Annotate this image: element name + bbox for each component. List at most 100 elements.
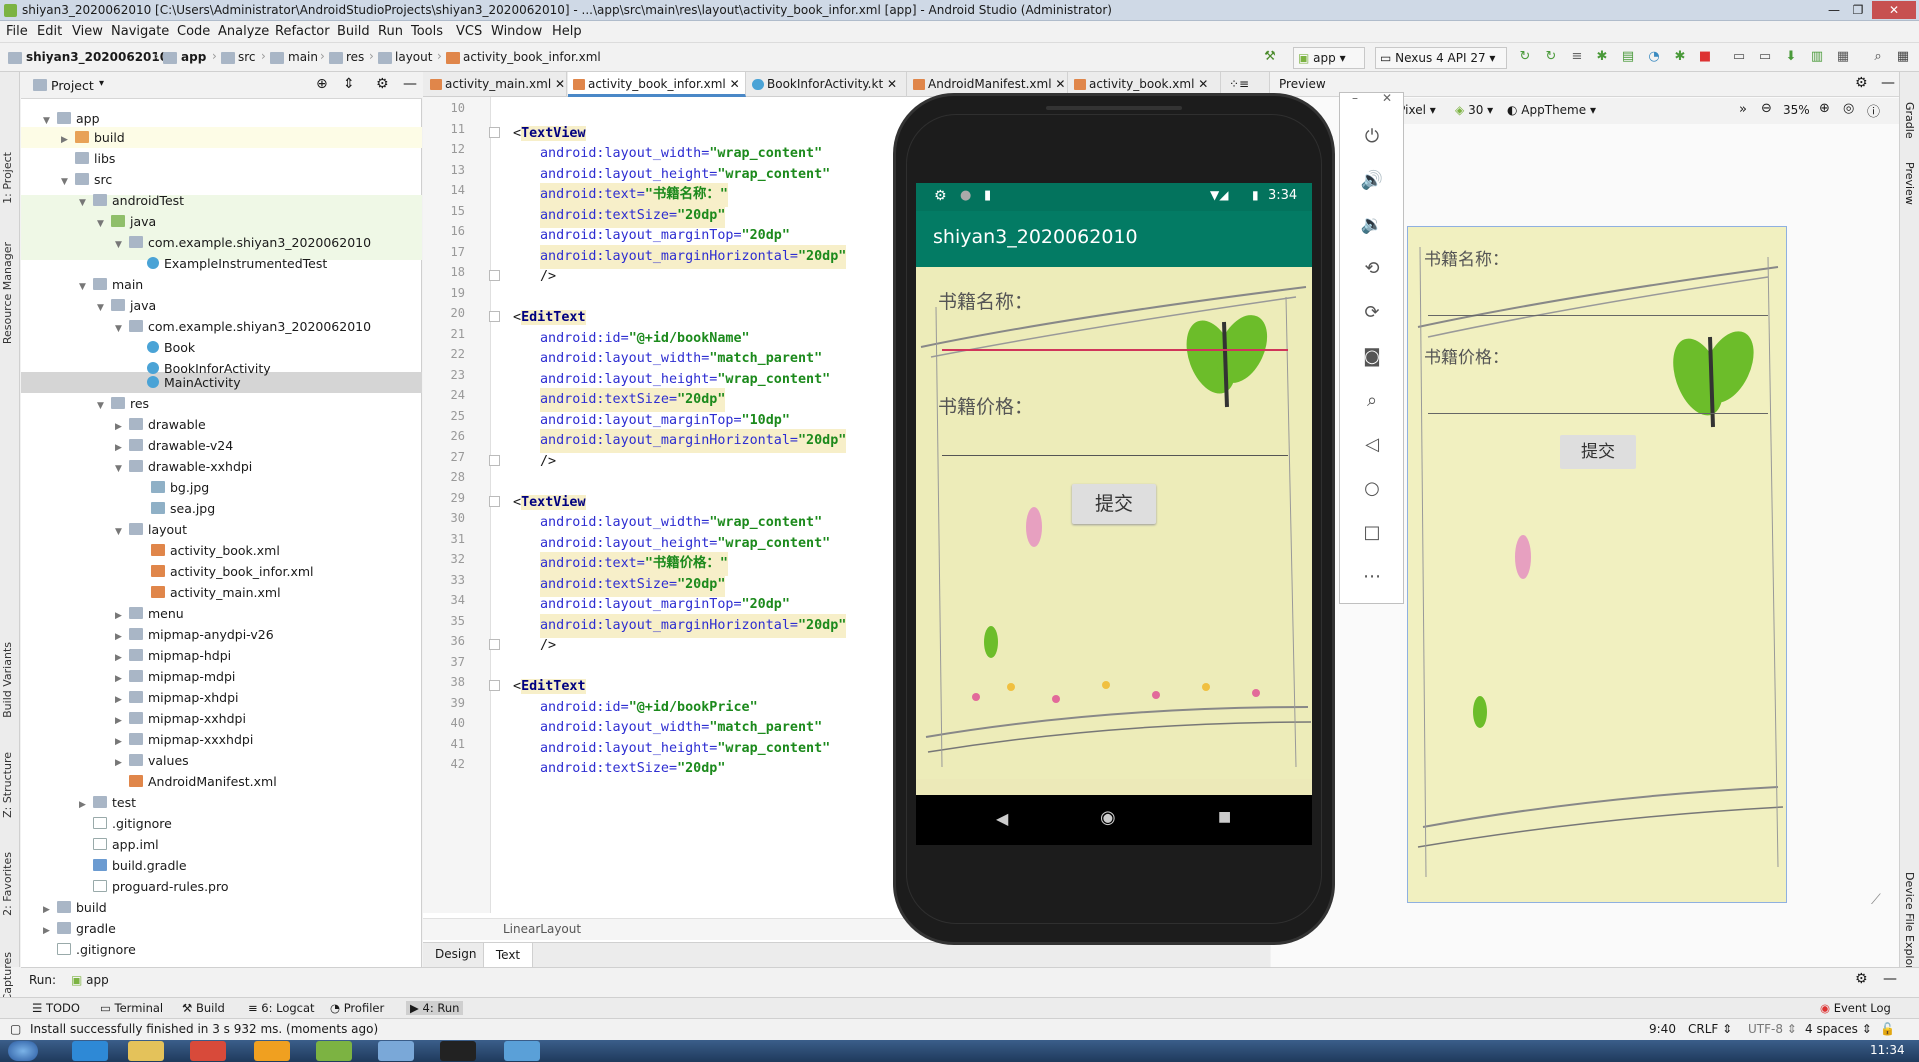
tab-text[interactable]: Text: [483, 943, 533, 968]
volume-up-icon[interactable]: 🔊: [1360, 169, 1384, 193]
menu-help[interactable]: Help: [552, 24, 582, 39]
file-encoding[interactable]: UTF-8 ⇕: [1748, 1022, 1797, 1036]
debug-icon[interactable]: ✱: [1594, 49, 1610, 65]
qq-icon[interactable]: [440, 1041, 476, 1061]
tree-item[interactable]: activity_main.xml: [151, 582, 281, 603]
zoom-fit-icon[interactable]: ◎: [1843, 101, 1854, 116]
tab-build-variants[interactable]: Build Variants: [1, 642, 14, 718]
menu-vcs[interactable]: VCS: [456, 24, 482, 39]
app-icon[interactable]: [504, 1041, 540, 1061]
tree-item[interactable]: ▶ mipmap-hdpi: [115, 645, 231, 666]
tree-item[interactable]: ▼ java: [97, 211, 156, 232]
more-icon[interactable]: ⋯: [1360, 565, 1384, 589]
restore-icon[interactable]: ❐: [1846, 1, 1870, 19]
tree-item[interactable]: sea.jpg: [151, 498, 215, 519]
tab-activity-book-infor[interactable]: activity_book_infor.xml ✕: [568, 72, 746, 97]
menu-edit[interactable]: Edit: [37, 24, 62, 39]
search-icon[interactable]: ⌕: [1870, 49, 1886, 65]
minimize-icon[interactable]: —: [1822, 1, 1846, 19]
caret-position[interactable]: 9:40: [1649, 1022, 1676, 1036]
tree-item[interactable]: ▶ drawable: [115, 414, 206, 435]
tree-item[interactable]: ▶ mipmap-xxxhdpi: [115, 729, 253, 750]
breadcrumb-app[interactable]: app: [181, 50, 206, 64]
hide-icon[interactable]: —: [1881, 75, 1895, 91]
menu-window[interactable]: Window: [491, 24, 542, 39]
tree-item[interactable]: .gitignore: [43, 939, 136, 960]
collapse-icon[interactable]: ⇕: [343, 76, 355, 92]
gear-icon[interactable]: ⚙: [1855, 971, 1868, 987]
sdk-manager-icon[interactable]: ⬇: [1783, 49, 1799, 65]
profile-icon[interactable]: ◔: [1646, 49, 1662, 65]
chevron-down-icon[interactable]: ▾: [99, 78, 104, 89]
tree-item[interactable]: AndroidManifest.xml: [115, 771, 277, 792]
home-icon[interactable]: ○: [1360, 477, 1384, 501]
sync-icon[interactable]: ▭: [1731, 49, 1747, 65]
menu-tools[interactable]: Tools: [411, 24, 443, 39]
status-toggle-icon[interactable]: ▢: [10, 1022, 21, 1036]
tree-item[interactable]: ▶ mipmap-anydpi-v26: [115, 624, 274, 645]
tab-design[interactable]: Design: [435, 947, 476, 961]
tree-item[interactable]: ExampleInstrumentedTest: [133, 253, 327, 274]
tab-book-infor-activity[interactable]: BookInforActivity.kt ✕: [747, 72, 907, 97]
tree-item[interactable]: activity_book.xml: [151, 540, 280, 561]
minimize-icon[interactable]: –: [1352, 91, 1358, 105]
menu-file[interactable]: File: [6, 24, 28, 39]
tree-item[interactable]: ▶ mipmap-xxhdpi: [115, 708, 246, 729]
tree-item-selected[interactable]: MainActivity: [133, 372, 241, 393]
tree-item[interactable]: ▶ gradle: [43, 918, 116, 939]
breadcrumb-linearlayout[interactable]: LinearLayout: [503, 922, 581, 936]
tab-gradle[interactable]: Gradle: [1903, 102, 1916, 139]
menu-code[interactable]: Code: [177, 24, 210, 39]
tree-item[interactable]: Book: [133, 337, 195, 358]
breadcrumb-src[interactable]: src: [238, 50, 256, 64]
zoom-in-icon[interactable]: ⊕: [1819, 101, 1830, 116]
tree-item[interactable]: ▼ layout: [115, 519, 187, 540]
device-select[interactable]: ▭ Nexus 4 API 27 ▾: [1375, 47, 1507, 69]
tab-build[interactable]: ⚒ Build: [182, 1001, 225, 1015]
app-icon[interactable]: [378, 1041, 414, 1061]
hide-icon[interactable]: —: [403, 76, 417, 92]
resize-handle-icon[interactable]: ⟋: [1871, 892, 1881, 908]
tab-todo[interactable]: ☰ TODO: [32, 1001, 80, 1015]
tab-overflow[interactable]: ⁘≡: [1223, 72, 1270, 97]
stop-icon[interactable]: ■: [1697, 49, 1713, 65]
back-icon[interactable]: ◀: [996, 809, 1008, 828]
attach-debugger-icon[interactable]: ✱: [1672, 49, 1688, 65]
menu-build[interactable]: Build: [337, 24, 370, 39]
tree-item[interactable]: ▶ mipmap-xhdpi: [115, 687, 239, 708]
tree-item[interactable]: .gitignore: [79, 813, 172, 834]
tree-item[interactable]: ▼ app: [43, 108, 100, 129]
api-select[interactable]: ◈ 30 ▾: [1455, 103, 1493, 117]
tab-preview[interactable]: Preview: [1903, 162, 1916, 205]
start-button[interactable]: [8, 1041, 38, 1061]
ie-icon[interactable]: [72, 1041, 108, 1061]
tree-item[interactable]: ▼ main: [79, 274, 143, 295]
overview-icon[interactable]: □: [1360, 521, 1384, 545]
tree-item[interactable]: build.gradle: [79, 855, 187, 876]
rotate-right-icon[interactable]: ⟳: [1360, 301, 1384, 325]
locate-icon[interactable]: ⊕: [316, 76, 328, 92]
breadcrumb-file[interactable]: activity_book_infor.xml: [463, 50, 601, 64]
tab-android-manifest[interactable]: AndroidManifest.xml ✕: [908, 72, 1068, 97]
tree-item[interactable]: ▶ menu: [115, 603, 184, 624]
expand-icon[interactable]: »: [1739, 102, 1747, 117]
lock-icon[interactable]: 🔓: [1880, 1022, 1895, 1036]
tree-item[interactable]: ▶ mipmap-mdpi: [115, 666, 235, 687]
tree-item[interactable]: ▶ build: [43, 897, 107, 918]
tree-item[interactable]: app.iml: [79, 834, 159, 855]
tab-favorites[interactable]: 2: Favorites: [1, 852, 14, 916]
hammer-icon[interactable]: ⚒: [1262, 49, 1278, 65]
theme-select[interactable]: ◐ AppTheme ▾: [1507, 103, 1596, 117]
close-icon[interactable]: ✕: [1382, 91, 1392, 105]
tree-item[interactable]: ▶ drawable-v24: [115, 435, 233, 456]
close-icon[interactable]: ✕: [1872, 1, 1916, 19]
project-structure-icon[interactable]: ▥: [1809, 49, 1825, 65]
submit-button[interactable]: 提交: [1072, 484, 1156, 524]
avd-manager-icon[interactable]: ▭: [1757, 49, 1773, 65]
android-studio-task-icon[interactable]: [316, 1041, 352, 1061]
tree-item[interactable]: ▼ java: [97, 295, 156, 316]
menu-analyze[interactable]: Analyze: [218, 24, 269, 39]
breadcrumb-layout[interactable]: layout: [395, 50, 432, 64]
tab-activity-book[interactable]: activity_book.xml ✕: [1069, 72, 1221, 97]
tab-resource-manager[interactable]: Resource Manager: [1, 242, 14, 344]
